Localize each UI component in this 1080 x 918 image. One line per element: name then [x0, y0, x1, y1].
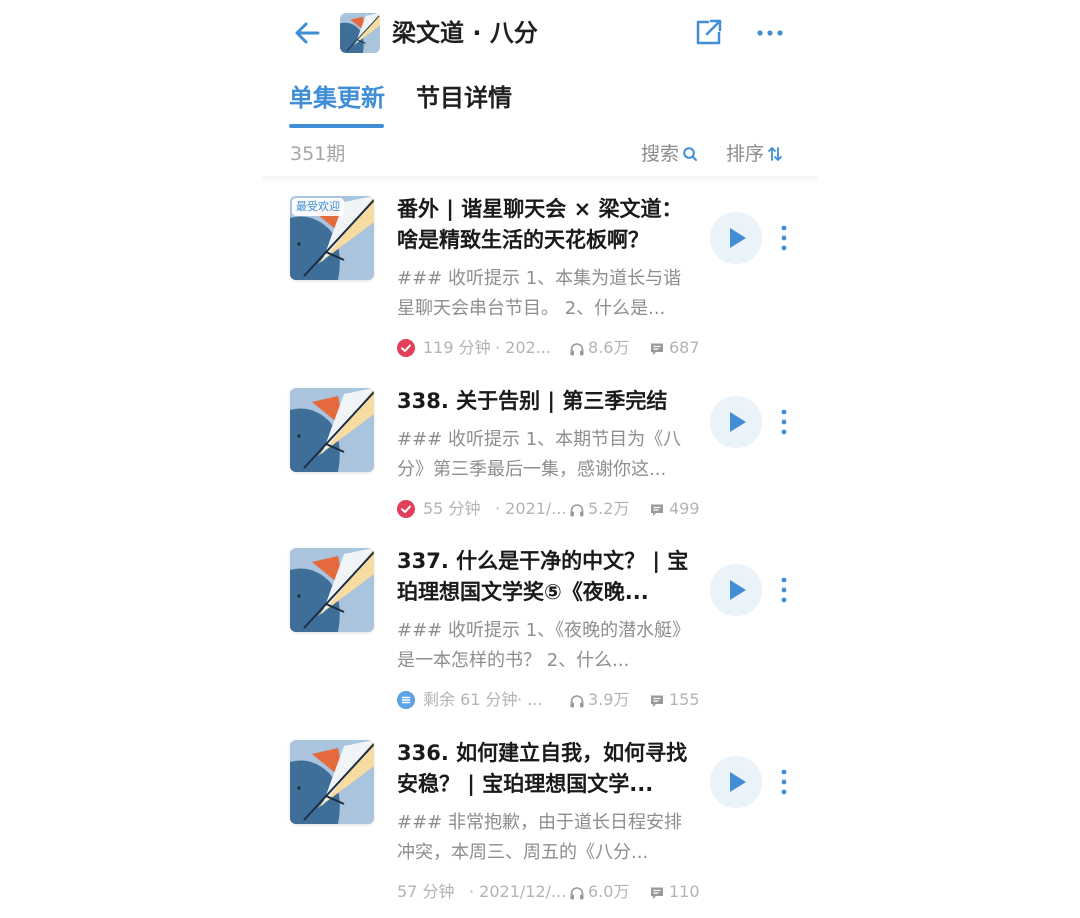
episode-title[interactable]: 336. 如何建立自我，如何寻找安稳？ | 宝珀理想国文学... — [397, 738, 697, 800]
podcast-cover-image — [340, 13, 380, 53]
episode-item[interactable]: 338. 关于告别 | 第三季完结 ### 收听提示 1、本期节目为《八分》第三季… — [262, 378, 818, 558]
episode-title[interactable]: 337. 什么是干净的中文？ | 宝珀理想国文学奖⑤《夜晚... — [397, 546, 697, 608]
episode-date: · 2021/12/... — [469, 882, 567, 901]
active-tab-indicator — [289, 124, 384, 128]
episode-count: 351期 — [290, 143, 346, 165]
comment-count: 110 — [669, 882, 700, 901]
play-count: 6.0万 — [588, 882, 630, 901]
play-button[interactable] — [710, 564, 762, 616]
comment-count: 155 — [669, 690, 700, 709]
play-icon — [730, 228, 746, 248]
sort-icon — [768, 147, 782, 161]
episode-more-icon[interactable] — [778, 767, 790, 797]
play-count: 3.9万 — [588, 690, 630, 709]
play-icon — [730, 772, 746, 792]
headphones-icon — [569, 692, 585, 708]
episode-cover-image — [290, 548, 374, 632]
tab-program-details[interactable]: 节目详情 — [416, 80, 512, 116]
episode-description: ### 非常抱歉，由于道长日程安排冲突，本周三、周五的《八分... — [397, 812, 682, 863]
episode-cover-image — [290, 388, 374, 472]
popular-badge: 最受欢迎 — [292, 198, 344, 216]
episode-duration: 剩余 61 分钟 — [423, 690, 518, 709]
episode-more-icon[interactable] — [778, 407, 790, 437]
share-icon[interactable] — [692, 17, 724, 49]
played-check-icon — [397, 500, 415, 518]
episode-meta: 57 分钟 · 2021/12/... 6.0万 110 — [397, 880, 700, 904]
played-check-icon — [397, 339, 415, 357]
play-button[interactable] — [710, 396, 762, 448]
episode-title[interactable]: 番外 | 谐星聊天会 × 梁文道：啥是精致生活的天花板啊？ — [397, 194, 697, 256]
section-divider — [262, 176, 818, 184]
episode-item[interactable]: 最受欢迎 番外 | 谐星聊天会 × 梁文道：啥是精致生活的天花板啊？ ### 收听提… — [262, 186, 818, 366]
episode-item[interactable]: 336. 如何建立自我，如何寻找安稳？ | 宝珀理想国文学... ### 非常抱歉… — [262, 730, 818, 910]
sort-label: 排序 — [726, 143, 765, 165]
episode-meta: 119 分钟 · 202... 8.6万 687 — [397, 336, 700, 360]
episode-date: · 2021/... — [495, 499, 567, 518]
episode-meta: 剩余 61 分钟 · ... 3.9万 155 — [397, 688, 700, 712]
episode-date: · 202... — [495, 338, 551, 357]
comment-icon — [649, 884, 665, 900]
episode-cover-image: 最受欢迎 — [290, 196, 374, 280]
comment-icon — [649, 692, 665, 708]
headphones-icon — [569, 884, 585, 900]
search-icon — [683, 147, 698, 161]
episode-description: ### 收听提示 1、本集为道长与谐星聊天会串台节目。 2、什么是... — [397, 268, 682, 319]
play-icon — [730, 580, 746, 600]
episode-duration: 119 分钟 — [423, 338, 491, 357]
play-icon — [730, 412, 746, 432]
headphones-icon — [569, 501, 585, 517]
search-label: 搜索 — [641, 143, 680, 165]
episode-description: ### 收听提示 1、本期节目为《八分》第三季最后一集，感谢你这... — [397, 429, 682, 480]
comment-count: 687 — [669, 338, 700, 357]
comment-icon — [649, 501, 665, 517]
play-button[interactable] — [710, 756, 762, 808]
search-button[interactable]: 搜索 — [641, 140, 698, 168]
sort-button[interactable]: 排序 — [726, 140, 783, 168]
back-arrow-icon[interactable] — [290, 16, 324, 50]
tab-episodes[interactable]: 单集更新 — [289, 80, 385, 116]
podcast-title: 梁文道 · 八分 — [392, 19, 538, 47]
episode-duration: 55 分钟 — [423, 499, 481, 518]
play-count: 5.2万 — [588, 499, 630, 518]
episode-more-icon[interactable] — [778, 575, 790, 605]
in-progress-icon — [397, 691, 415, 709]
comment-icon — [649, 340, 665, 356]
more-options-icon[interactable] — [754, 20, 788, 46]
play-count: 8.6万 — [588, 338, 630, 357]
episode-date: · ... — [517, 690, 543, 709]
headphones-icon — [569, 340, 585, 356]
play-button[interactable] — [710, 212, 762, 264]
episode-meta: 55 分钟 · 2021/... 5.2万 499 — [397, 497, 700, 521]
episode-description: ### 收听提示 1、《夜晚的潜水艇》是一本怎样的书？ 2、什么... — [397, 620, 691, 671]
episode-title[interactable]: 338. 关于告别 | 第三季完结 — [397, 386, 697, 417]
episode-duration: 57 分钟 — [397, 882, 455, 901]
episode-cover-image — [290, 740, 374, 824]
comment-count: 499 — [669, 499, 700, 518]
episode-more-icon[interactable] — [778, 223, 790, 253]
episode-item[interactable]: 337. 什么是干净的中文？ | 宝珀理想国文学奖⑤《夜晚... ### 收听提示… — [262, 538, 818, 718]
